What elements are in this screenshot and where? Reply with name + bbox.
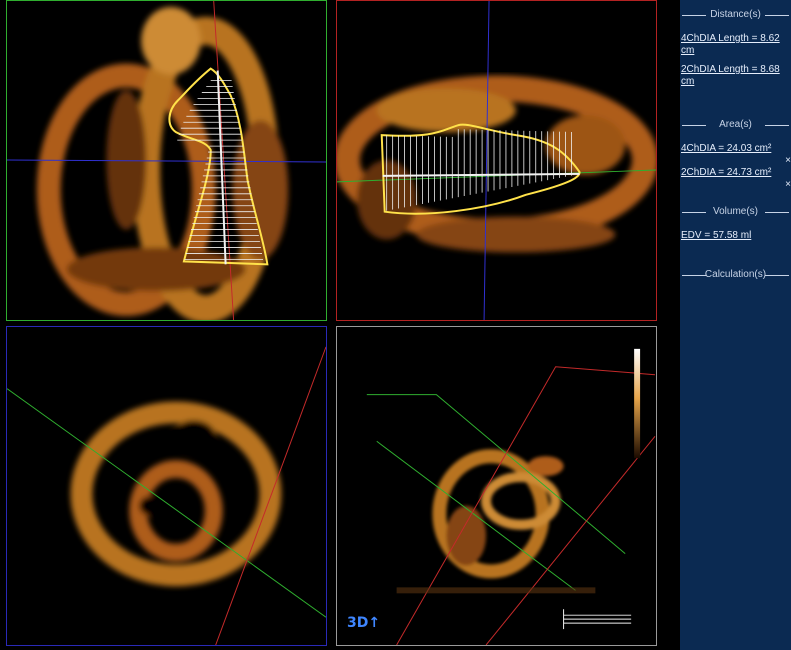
area-item-2ch[interactable]: 2ChDIA = 24.73 cm² × — [680, 167, 791, 190]
viewport-four-chamber[interactable] — [6, 0, 327, 321]
color-bar — [634, 348, 641, 459]
volume-item-edv[interactable]: EDV = 57.58 ml — [680, 230, 791, 242]
distance-section-header: Distance(s) — [680, 8, 791, 22]
volume-render-image — [337, 327, 656, 645]
close-icon[interactable]: × — [785, 179, 791, 191]
calculation-section-header: Calculation(s) — [680, 268, 791, 282]
volume-section-header: Volume(s) — [680, 205, 791, 219]
short-axis-image — [7, 327, 326, 645]
distance-item-4ch[interactable]: 4ChDIA Length = 8.62 cm — [680, 33, 791, 57]
area-item-4ch[interactable]: 4ChDIA = 24.03 cm² × — [680, 143, 791, 166]
two-chamber-image — [337, 1, 656, 320]
viewport-two-chamber[interactable] — [336, 0, 657, 321]
measurements-panel: Distance(s) 4ChDIA Length = 8.62 cm 2ChD… — [680, 0, 791, 650]
area-section-header: Area(s) — [680, 118, 791, 132]
viewport-short-axis[interactable] — [6, 326, 327, 646]
render-mode-badge[interactable]: 3D↑ — [347, 615, 380, 631]
viewport-3d-render[interactable]: 3D↑ — [336, 326, 657, 646]
close-icon[interactable]: × — [785, 155, 791, 167]
distance-item-2ch[interactable]: 2ChDIA Length = 8.68 cm — [680, 64, 791, 88]
four-chamber-image — [7, 1, 326, 320]
